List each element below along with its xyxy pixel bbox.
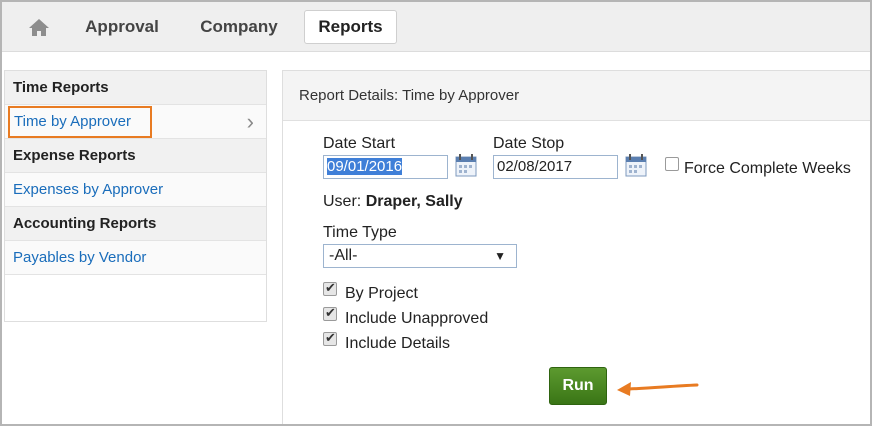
time-type-select[interactable]: -All- ▼	[323, 244, 517, 268]
arrow-left-icon	[617, 382, 699, 396]
calendar-icon	[455, 154, 477, 177]
include-details-label: Include Details	[345, 335, 450, 352]
include-unapproved-label: Include Unapproved	[345, 310, 489, 327]
date-stop-label: Date Stop	[493, 135, 565, 152]
run-button[interactable]: Run	[549, 367, 607, 405]
sidebar-heading-expense-reports: Expense Reports	[5, 139, 266, 173]
force-complete-weeks-checkbox[interactable]	[665, 157, 679, 171]
sidebar-heading-accounting-reports: Accounting Reports	[5, 207, 266, 241]
tab-reports[interactable]: Reports	[304, 10, 397, 44]
sidebar-heading-time-reports: Time Reports	[5, 71, 266, 105]
panel-title: Report Details: Time by Approver	[283, 71, 870, 121]
date-stop-calendar-button[interactable]	[625, 153, 647, 177]
top-nav: Approval Company Reports	[2, 2, 870, 52]
user-row: User: Draper, Sally	[323, 193, 463, 211]
sidebar-item-expenses-by-approver[interactable]: Expenses by Approver	[5, 173, 266, 207]
time-type-value: -All-	[329, 247, 358, 264]
reports-sidebar: Time Reports Time by Approver › Expense …	[4, 70, 267, 322]
sidebar-item-time-by-approver[interactable]: Time by Approver ›	[5, 105, 266, 139]
tab-company[interactable]: Company	[185, 10, 293, 44]
date-start-input[interactable]: 09/01/2016	[323, 155, 448, 179]
date-stop-input[interactable]: 02/08/2017	[493, 155, 618, 179]
user-label: User:	[323, 193, 362, 210]
selected-item-highlight: Time by Approver	[8, 106, 152, 138]
user-value: Draper, Sally	[365, 193, 463, 210]
by-project-label: By Project	[345, 285, 418, 302]
chevron-down-icon: ▼	[494, 249, 506, 263]
report-details-panel: Report Details: Time by Approver Date St…	[282, 70, 870, 424]
date-start-calendar-button[interactable]	[455, 153, 477, 177]
include-unapproved-checkbox[interactable]	[323, 305, 337, 321]
date-start-value: 09/01/2016	[327, 158, 403, 175]
home-icon	[29, 19, 49, 36]
include-details-checkbox[interactable]	[323, 330, 337, 346]
by-project-checkbox[interactable]	[323, 280, 337, 296]
sidebar-item-payables-by-vendor[interactable]: Payables by Vendor	[5, 241, 266, 275]
chevron-right-icon: ›	[246, 109, 254, 134]
tab-approval[interactable]: Approval	[72, 10, 172, 44]
calendar-icon	[625, 154, 647, 177]
date-start-label: Date Start	[323, 135, 396, 152]
time-type-label: Time Type	[323, 224, 397, 241]
force-complete-weeks-label: Force Complete Weeks	[684, 160, 851, 177]
home-button[interactable]	[24, 16, 54, 40]
app-window: Approval Company Reports Time Reports Ti…	[0, 0, 872, 426]
sidebar-item-label: Time by Approver	[14, 113, 131, 130]
